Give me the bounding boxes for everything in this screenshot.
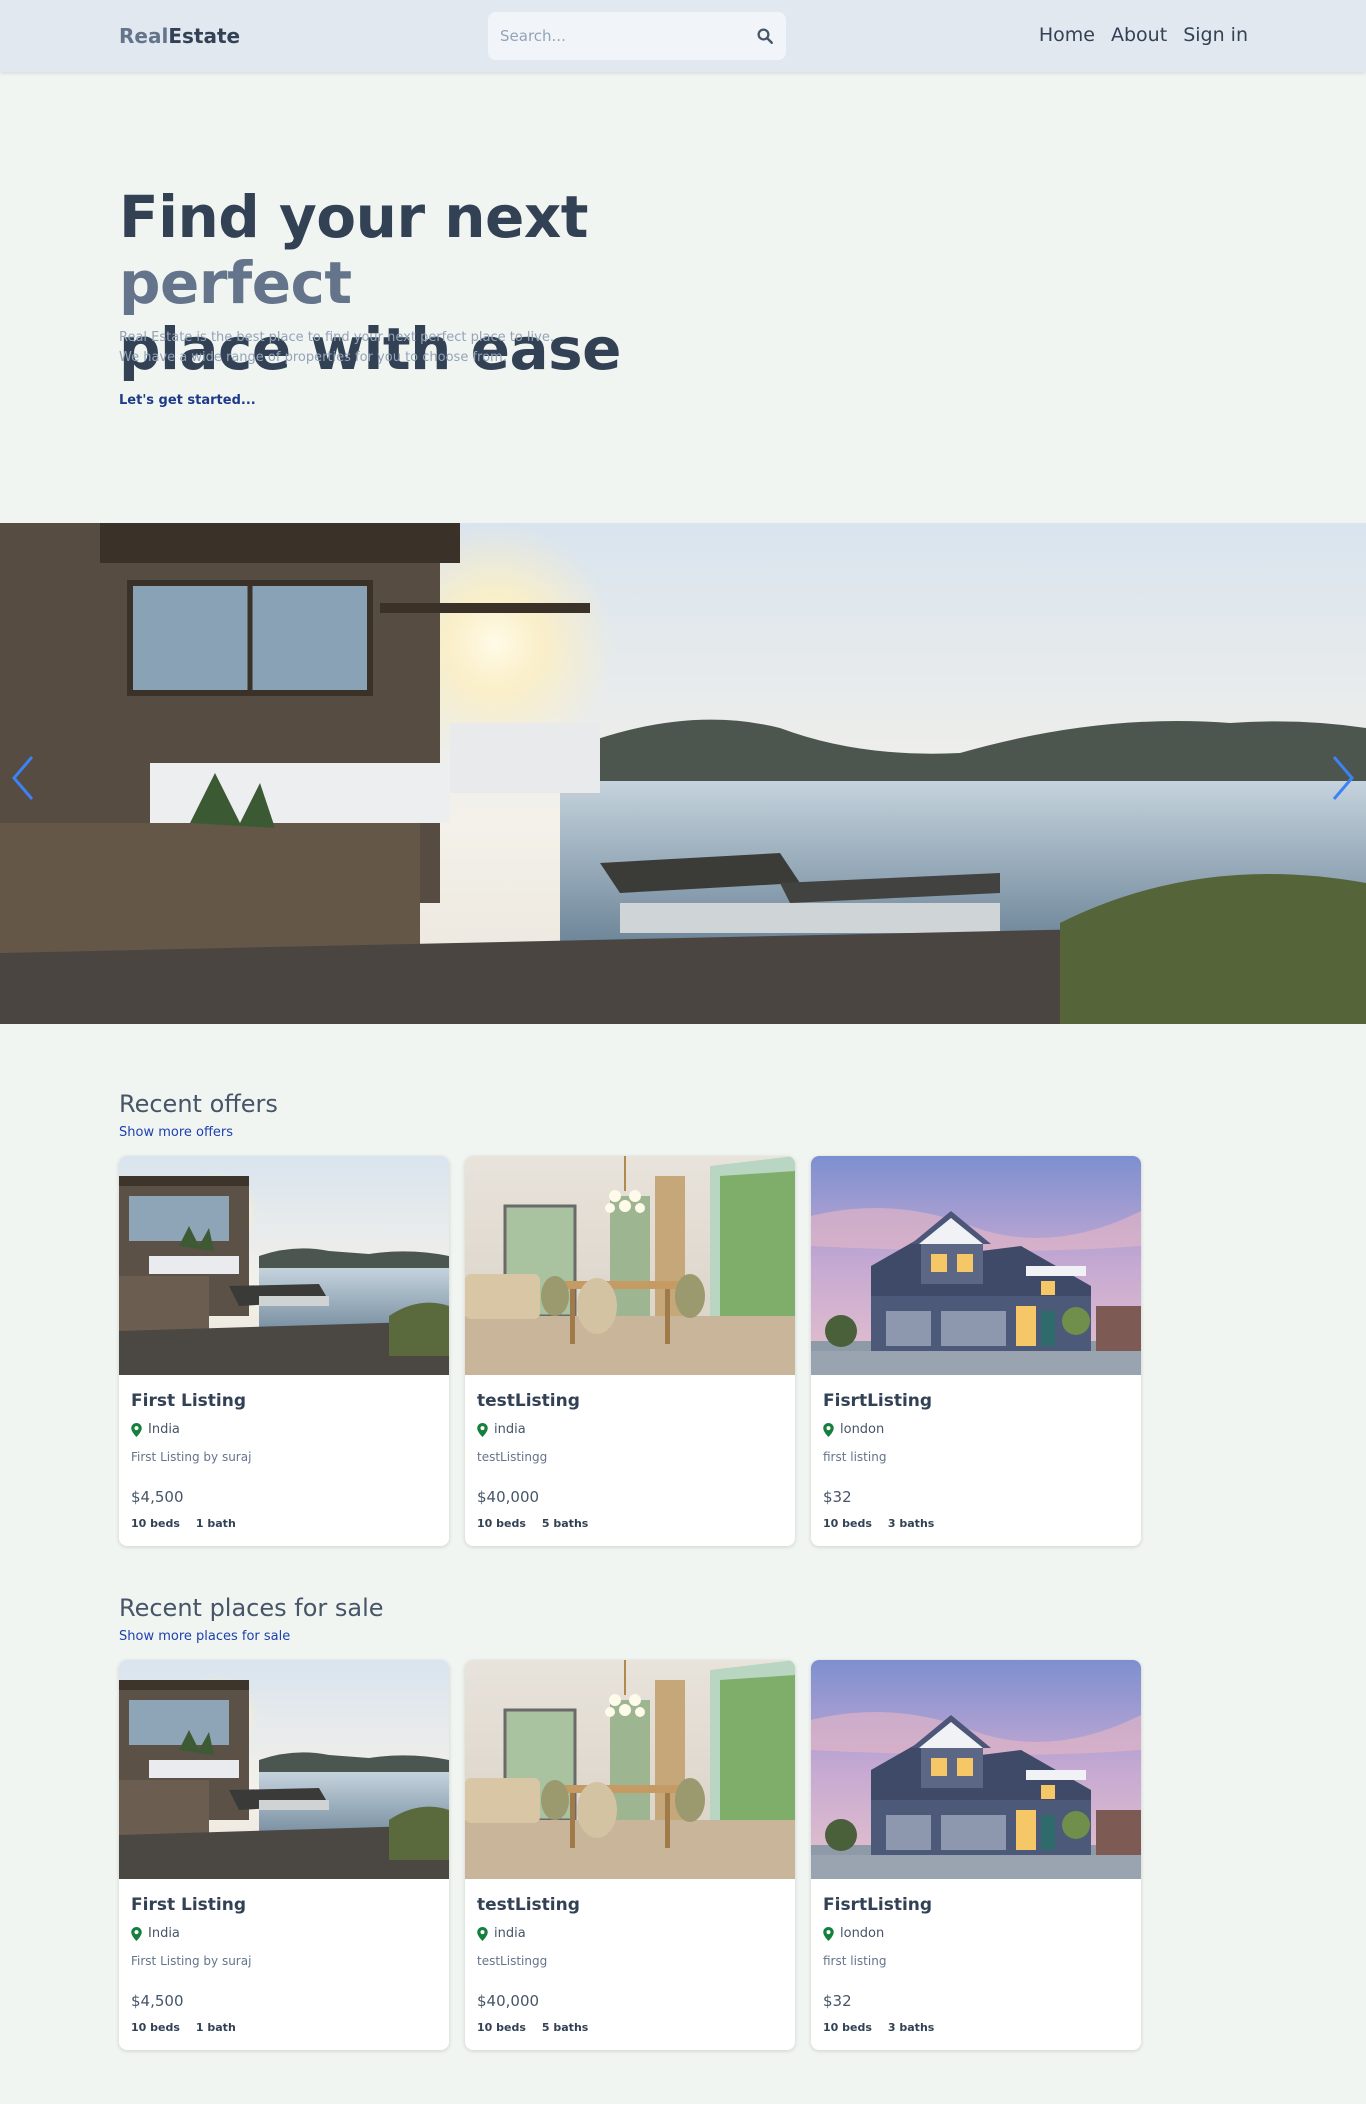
- listing-image: [119, 1660, 449, 1879]
- hero-subtitle-line2: We have a wide range of properties for y…: [119, 350, 507, 365]
- show-more-offers-link[interactable]: Show more offers: [119, 1125, 233, 1140]
- listing-price: $4,500: [131, 1992, 184, 2010]
- get-started-link[interactable]: Let's get started...: [119, 393, 256, 408]
- listing-location-text: london: [840, 1422, 885, 1437]
- listing-location-text: london: [840, 1926, 885, 1941]
- listing-name: First Listing: [131, 1391, 246, 1411]
- search-icon[interactable]: [756, 27, 774, 45]
- listing-image: [811, 1660, 1141, 1879]
- listing-price: $40,000: [477, 1992, 540, 2010]
- chevron-right-icon[interactable]: [1328, 753, 1358, 803]
- hero-subtitle-line1: Real Estate is the best place to find yo…: [119, 330, 554, 345]
- hero-subtitle: Real Estate is the best place to find yo…: [119, 328, 554, 368]
- listing-description: first listing: [823, 1450, 887, 1464]
- listing-image: [465, 1156, 795, 1375]
- listing-name: FisrtListing: [823, 1391, 933, 1411]
- listing-baths: 3 baths: [887, 1517, 935, 1530]
- listing-price: $40,000: [477, 1488, 540, 1506]
- listing-card[interactable]: First Listing India First Listing by sur…: [119, 1156, 449, 1546]
- hero-title-highlight: perfect: [119, 249, 352, 317]
- listing-description: testListingg: [477, 1954, 548, 1968]
- listing-location: india: [477, 1422, 526, 1437]
- listing-meta: 10 beds 5 baths: [477, 2021, 588, 2034]
- listing-card[interactable]: First Listing India First Listing by sur…: [119, 1660, 449, 2050]
- hero-title-part1: Find your next: [119, 183, 589, 251]
- listing-beds: 10 beds: [823, 1517, 872, 1530]
- recent-offers-title: Recent offers: [119, 1090, 278, 1118]
- logo-part-real: Real: [119, 24, 169, 48]
- listing-beds: 10 beds: [131, 2021, 180, 2034]
- listing-image: [119, 1156, 449, 1375]
- listing-baths: 1 bath: [195, 1517, 236, 1530]
- listing-location-text: india: [494, 1926, 526, 1941]
- listing-description: testListingg: [477, 1450, 548, 1464]
- listing-meta: 10 beds 1 bath: [131, 1517, 236, 1530]
- listing-meta: 10 beds 5 baths: [477, 1517, 588, 1530]
- listing-meta: 10 beds 3 baths: [823, 2021, 934, 2034]
- listing-location: india: [477, 1926, 526, 1941]
- listing-location-text: India: [148, 1422, 180, 1437]
- listing-beds: 10 beds: [131, 1517, 180, 1530]
- listing-beds: 10 beds: [477, 2021, 526, 2034]
- listing-location: london: [823, 1926, 884, 1941]
- listing-baths: 5 baths: [541, 2021, 589, 2034]
- listing-price: $32: [823, 1992, 852, 2010]
- chevron-left-icon[interactable]: [8, 753, 38, 803]
- listing-baths: 3 baths: [887, 2021, 935, 2034]
- top-navbar: RealEstate Home About Sign in: [0, 0, 1366, 72]
- hero-image-slider: [0, 523, 1366, 1024]
- listing-card[interactable]: FisrtListing london first listing $32 10…: [811, 1156, 1141, 1546]
- listing-description: First Listing by suraj: [131, 1450, 252, 1464]
- listing-meta: 10 beds 1 bath: [131, 2021, 236, 2034]
- listing-image: [811, 1156, 1141, 1375]
- listing-location: India: [131, 1926, 180, 1941]
- listing-beds: 10 beds: [477, 1517, 526, 1530]
- listing-beds: 10 beds: [823, 2021, 872, 2034]
- listing-card[interactable]: FisrtListing london first listing $32 10…: [811, 1660, 1141, 2050]
- map-pin-icon: [823, 1422, 834, 1437]
- listing-name: testListing: [477, 1391, 580, 1411]
- main-nav: Home About Sign in: [1039, 24, 1248, 46]
- listing-description: First Listing by suraj: [131, 1954, 252, 1968]
- search-box: [488, 12, 786, 60]
- slide-image: [0, 523, 1366, 1024]
- listing-name: FisrtListing: [823, 1895, 933, 1915]
- map-pin-icon: [823, 1926, 834, 1941]
- nav-sign-in[interactable]: Sign in: [1183, 24, 1248, 46]
- listing-meta: 10 beds 3 baths: [823, 1517, 934, 1530]
- listing-baths: 5 baths: [541, 1517, 589, 1530]
- listing-description: first listing: [823, 1954, 887, 1968]
- nav-about[interactable]: About: [1111, 24, 1167, 46]
- nav-home[interactable]: Home: [1039, 24, 1095, 46]
- listing-location-text: india: [494, 1422, 526, 1437]
- listing-location: India: [131, 1422, 180, 1437]
- listing-price: $32: [823, 1488, 852, 1506]
- listing-location: london: [823, 1422, 884, 1437]
- listing-card[interactable]: testListing india testListingg $40,000 1…: [465, 1660, 795, 2050]
- brand-logo[interactable]: RealEstate: [119, 24, 240, 48]
- show-more-sale-link[interactable]: Show more places for sale: [119, 1629, 290, 1644]
- map-pin-icon: [131, 1926, 142, 1941]
- listing-image: [465, 1660, 795, 1879]
- listing-location-text: India: [148, 1926, 180, 1941]
- listing-baths: 1 bath: [195, 2021, 236, 2034]
- listing-price: $4,500: [131, 1488, 184, 1506]
- map-pin-icon: [477, 1422, 488, 1437]
- map-pin-icon: [131, 1422, 142, 1437]
- search-input[interactable]: [500, 25, 740, 47]
- listing-name: testListing: [477, 1895, 580, 1915]
- recent-sale-title: Recent places for sale: [119, 1594, 384, 1622]
- listing-name: First Listing: [131, 1895, 246, 1915]
- listing-card[interactable]: testListing india testListingg $40,000 1…: [465, 1156, 795, 1546]
- map-pin-icon: [477, 1926, 488, 1941]
- logo-part-estate: Estate: [168, 24, 241, 48]
